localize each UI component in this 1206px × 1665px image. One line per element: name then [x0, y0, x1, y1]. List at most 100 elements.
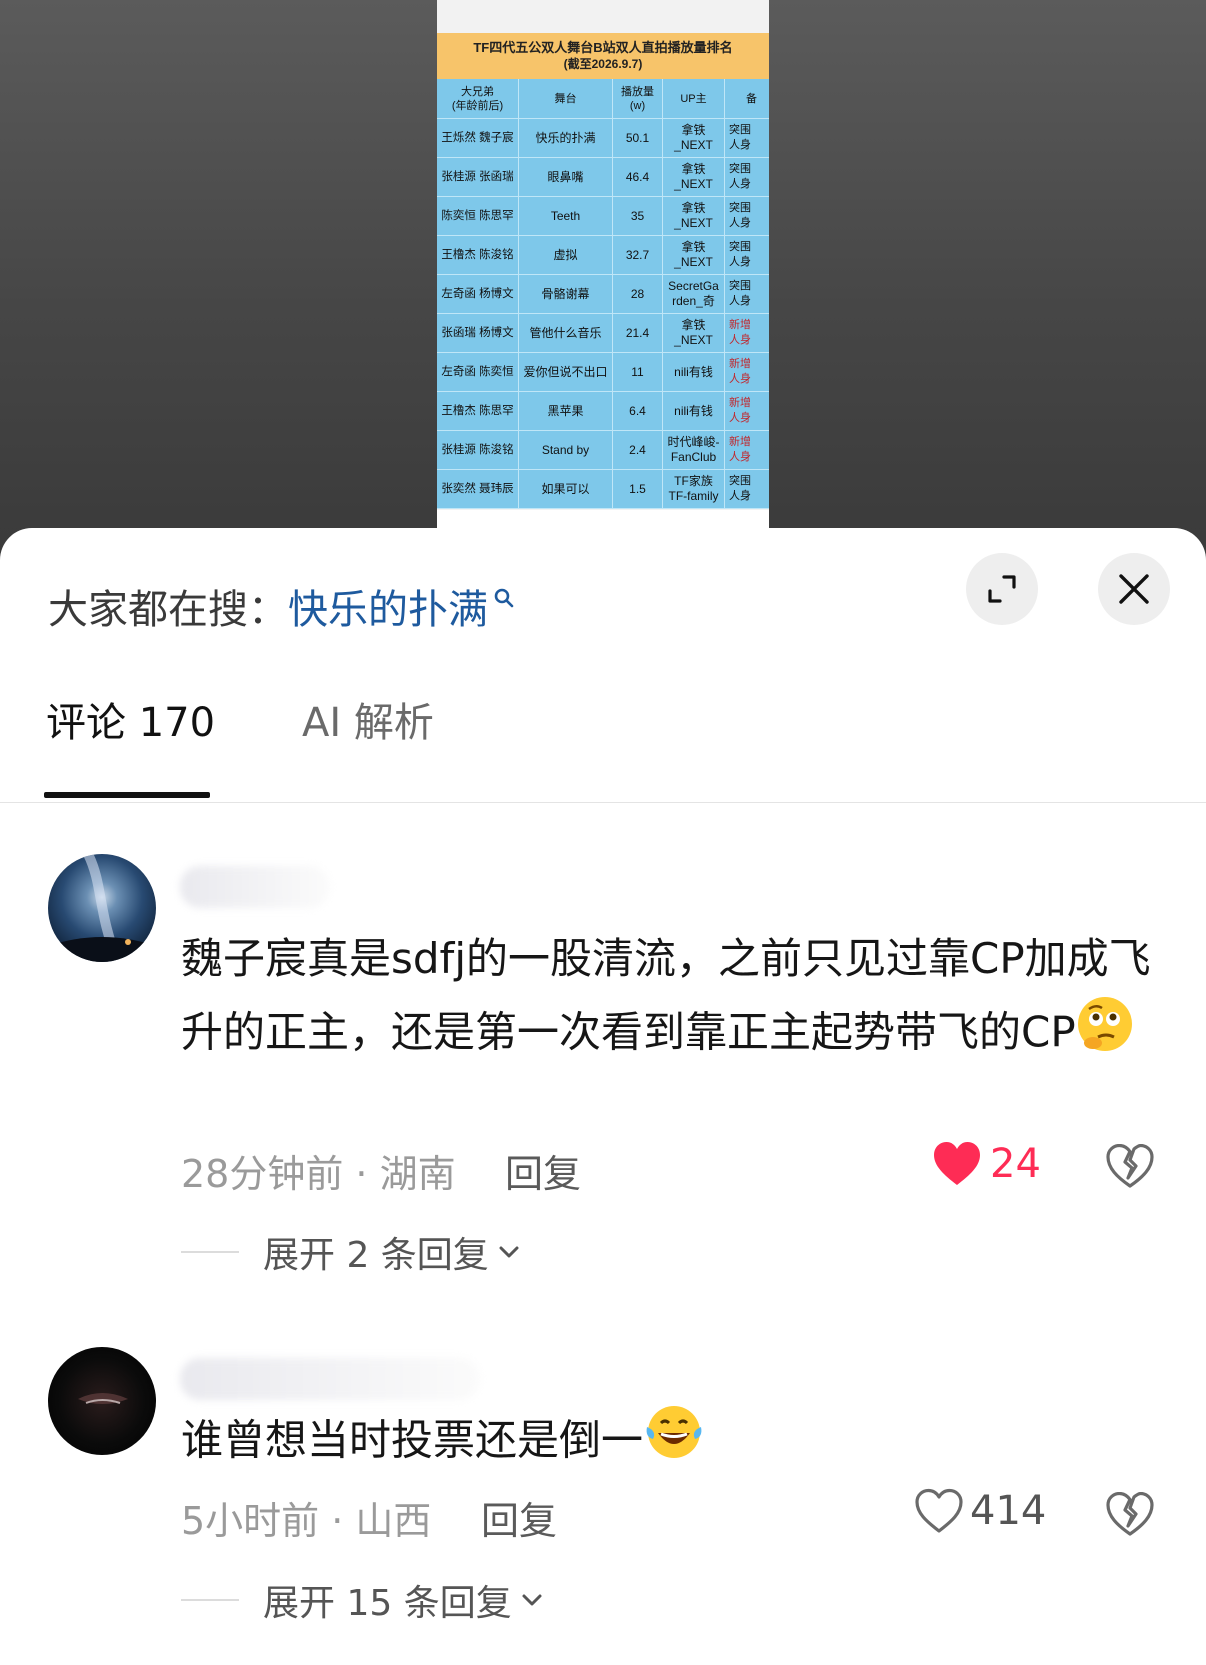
- plays-cell: 50.1: [613, 119, 663, 158]
- table-row: 王橹杰 陈浚铭 虚拟 32.7 拿铁 _NEXT 突围 人身: [437, 236, 769, 275]
- like-button[interactable]: 24: [932, 1141, 1041, 1187]
- expand-replies-label: 展开 2 条回复: [263, 1235, 489, 1276]
- reply-button[interactable]: 回复: [481, 1490, 557, 1545]
- pair-names-cell: 左奇函 陈奕恒: [437, 353, 519, 392]
- like-button[interactable]: 414: [914, 1488, 1046, 1534]
- table-title-line2: (截至2026.9.7): [563, 57, 643, 71]
- header-cell: 播放量 (w): [613, 79, 663, 119]
- note-cell: 新增 人身: [725, 314, 769, 353]
- chevron-down-icon: [522, 1594, 542, 1606]
- stage-cell: 爱你但说不出口: [519, 353, 613, 392]
- uploader-cell: 拿铁 _NEXT: [663, 314, 725, 353]
- note-cell: 突围 人身: [725, 470, 769, 509]
- expand-replies-label: 展开 15 条回复: [263, 1583, 512, 1624]
- table-row: 张函瑞 杨博文 管他什么音乐 21.4 拿铁 _NEXT 新增 人身: [437, 314, 769, 353]
- uploader-cell: 拿铁 _NEXT: [663, 236, 725, 275]
- trending-search[interactable]: 大家都在搜： 快乐的扑满: [48, 576, 516, 636]
- plays-cell: 6.4: [613, 392, 663, 431]
- table-row: 张桂源 陈浚铭 Stand by 2.4 时代峰峻- FanClub 新增 人身: [437, 431, 769, 470]
- username-blurred[interactable]: [180, 1358, 480, 1400]
- username-blurred[interactable]: [180, 866, 330, 908]
- stage-cell: 如果可以: [519, 470, 613, 509]
- fullscreen-button[interactable]: [966, 553, 1038, 625]
- divider: [181, 1251, 239, 1253]
- pair-names-cell: 王烁然 魏子宸: [437, 119, 519, 158]
- pair-names-cell: 王橹杰 陈思罕: [437, 392, 519, 431]
- dislike-button[interactable]: [1106, 1143, 1154, 1192]
- table-header-row: 大兄弟 (年龄前后) 舞台 播放量 (w) UP主 备: [437, 79, 769, 119]
- header-cell: 大兄弟 (年龄前后): [437, 79, 519, 119]
- galaxy-picture: [48, 854, 156, 962]
- dislike-button[interactable]: [1106, 1491, 1154, 1540]
- broken-heart-icon: [1106, 1143, 1154, 1188]
- plays-cell: 21.4: [613, 314, 663, 353]
- pair-names-cell: 张函瑞 杨博文: [437, 314, 519, 353]
- note-cell: 新增 人身: [725, 431, 769, 470]
- tab-bar: 评论 170 AI 解析: [0, 688, 1206, 803]
- thinking-face-emoji: [1076, 995, 1134, 1075]
- stage-cell: Teeth: [519, 197, 613, 236]
- table-title-line1: TF四代五公双人舞台B站双人直拍播放量排名: [473, 40, 733, 55]
- table-title: TF四代五公双人舞台B站双人直拍播放量排名 (截至2026.9.7): [437, 33, 769, 79]
- note-cell: 突围 人身: [725, 275, 769, 314]
- uploader-cell: SecretGa rden_奇: [663, 275, 725, 314]
- note-cell: 突围 人身: [725, 119, 769, 158]
- note-cell: 突围 人身: [725, 236, 769, 275]
- chevron-down-icon: [499, 1246, 519, 1258]
- like-count: 24: [990, 1141, 1041, 1187]
- table-row: 张桂源 张函瑞 眼鼻嘴 46.4 拿铁 _NEXT 突围 人身: [437, 158, 769, 197]
- pair-names-cell: 张奕然 聂玮辰: [437, 470, 519, 509]
- broken-heart-icon: [1106, 1491, 1154, 1536]
- pair-names-cell: 张桂源 张函瑞: [437, 158, 519, 197]
- avatar[interactable]: [48, 1347, 156, 1455]
- uploader-cell: TF家族 TF-family: [663, 470, 725, 509]
- pair-names-cell: 张桂源 陈浚铭: [437, 431, 519, 470]
- expand-replies[interactable]: 展开 2 条回复: [181, 1226, 523, 1278]
- active-tab-indicator: [44, 792, 210, 798]
- uploader-cell: nili有钱: [663, 353, 725, 392]
- dark-logo-picture: [78, 1393, 128, 1404]
- stage-cell: 黑苹果: [519, 392, 613, 431]
- table-row: 左奇函 陈奕恒 爱你但说不出口 11 nili有钱 新增 人身: [437, 353, 769, 392]
- pair-names-cell: 王橹杰 陈浚铭: [437, 236, 519, 275]
- laughing-tears-emoji: [643, 1403, 705, 1483]
- stage-cell: 管他什么音乐: [519, 314, 613, 353]
- uploader-cell: nili有钱: [663, 392, 725, 431]
- stage-cell: 快乐的扑满: [519, 119, 613, 158]
- note-cell: 突围 人身: [725, 197, 769, 236]
- comment-text: 魏子宸真是sdfj的一股清流，之前只见过靠CP加成飞升的正主，还是第一次看到靠正…: [181, 923, 1161, 1075]
- table-row: 左奇函 杨博文 骨骼谢幕 28 SecretGa rden_奇 突围 人身: [437, 275, 769, 314]
- tab-comments[interactable]: 评论 170: [46, 688, 215, 758]
- stage-cell: Stand by: [519, 431, 613, 470]
- expand-replies[interactable]: 展开 15 条回复: [181, 1574, 546, 1626]
- comment-text: 谁曾想当时投票还是倒一: [181, 1403, 1161, 1483]
- plays-cell: 11: [613, 353, 663, 392]
- table-row: 陈奕恒 陈思罕 Teeth 35 拿铁 _NEXT 突围 人身: [437, 197, 769, 236]
- uploader-cell: 拿铁 _NEXT: [663, 197, 725, 236]
- pair-names-cell: 左奇函 杨博文: [437, 275, 519, 314]
- comment-time-location: 28分钟前 · 湖南: [181, 1152, 456, 1196]
- header-cell: 舞台: [519, 79, 613, 119]
- header-cell: UP主: [663, 79, 725, 119]
- uploader-cell: 时代峰峻- FanClub: [663, 431, 725, 470]
- plays-cell: 28: [613, 275, 663, 314]
- search-term-link[interactable]: 快乐的扑满: [288, 577, 488, 635]
- uploader-cell: 拿铁 _NEXT: [663, 158, 725, 197]
- plays-cell: 1.5: [613, 470, 663, 509]
- table-row: 张奕然 聂玮辰 如果可以 1.5 TF家族 TF-family 突围 人身: [437, 470, 769, 509]
- ranking-table-image[interactable]: TF四代五公双人舞台B站双人直拍播放量排名 (截至2026.9.7) 大兄弟 (年…: [437, 0, 769, 532]
- table-row: 王烁然 魏子宸 快乐的扑满 50.1 拿铁 _NEXT 突围 人身: [437, 119, 769, 158]
- stage-cell: 虚拟: [519, 236, 613, 275]
- note-cell: 新增 人身: [725, 353, 769, 392]
- pair-names-cell: 陈奕恒 陈思罕: [437, 197, 519, 236]
- reply-button[interactable]: 回复: [505, 1143, 581, 1198]
- header-cell: 备: [725, 79, 769, 119]
- close-button[interactable]: [1098, 553, 1170, 625]
- plays-cell: 32.7: [613, 236, 663, 275]
- plays-cell: 46.4: [613, 158, 663, 197]
- note-cell: 突围 人身: [725, 158, 769, 197]
- avatar[interactable]: [48, 854, 156, 962]
- tab-ai-analysis[interactable]: AI 解析: [302, 688, 434, 758]
- ranking-table: 大兄弟 (年龄前后) 舞台 播放量 (w) UP主 备 王烁然 魏子宸 快乐的扑满 50…: [437, 79, 769, 509]
- stage-cell: 骨骼谢幕: [519, 275, 613, 314]
